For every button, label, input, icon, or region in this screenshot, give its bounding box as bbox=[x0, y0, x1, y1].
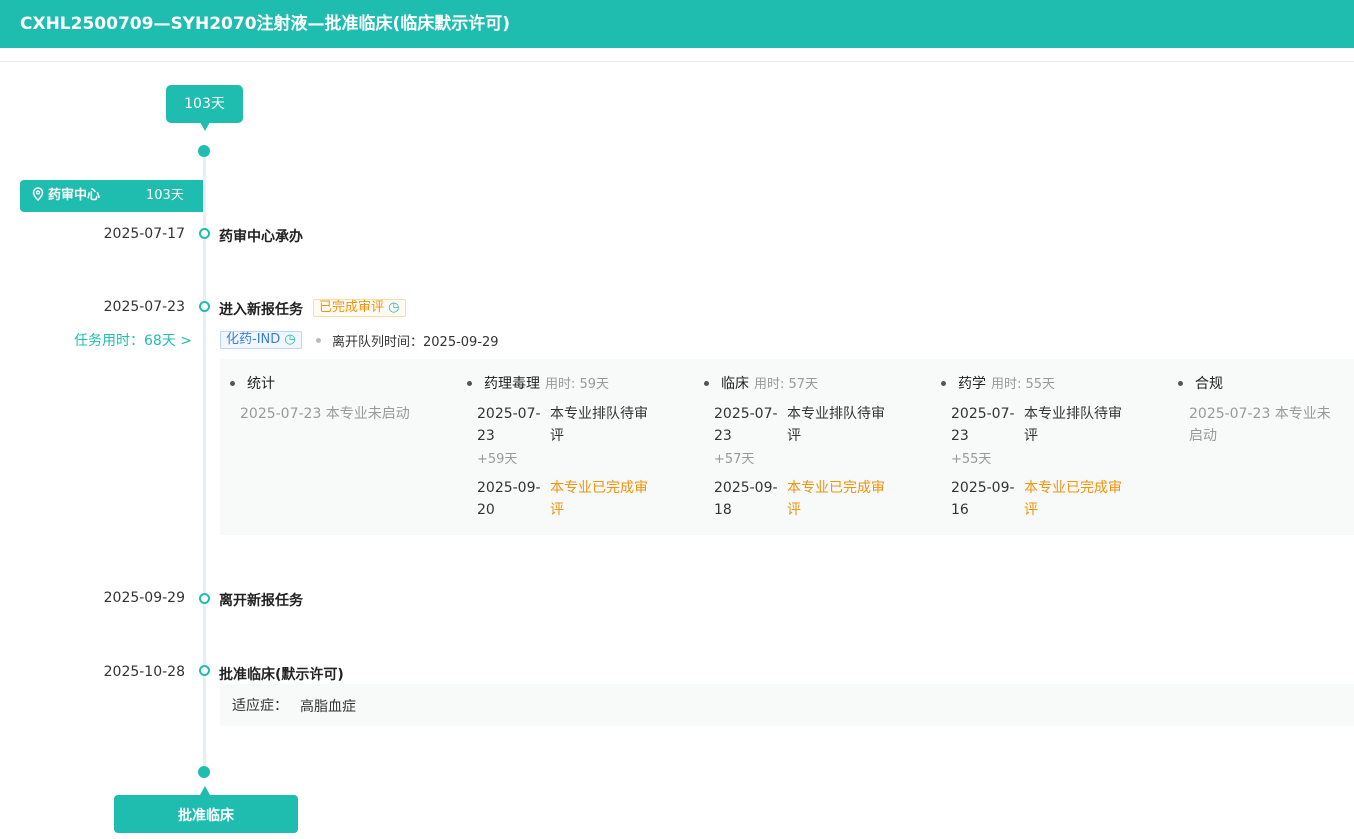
event-date: 2025-07-17 bbox=[103, 226, 185, 242]
timeline-end-dot bbox=[198, 766, 210, 778]
event-date: 2025-07-23 bbox=[103, 299, 185, 315]
event-date: 2025-10-28 bbox=[103, 664, 185, 680]
event-label: 药审中心承办 bbox=[219, 229, 303, 245]
event-dot bbox=[199, 593, 210, 604]
event-label: 进入新报任务 bbox=[219, 302, 303, 318]
timeline-start-dot bbox=[198, 145, 210, 157]
location-pin-icon bbox=[32, 187, 44, 202]
event-label: 离开新报任务 bbox=[219, 593, 303, 609]
final-status: 批准临床 bbox=[114, 786, 298, 833]
event-date: 2025-09-29 bbox=[103, 590, 185, 606]
type-tag[interactable]: 化药-IND ◷ bbox=[220, 331, 302, 349]
compliance-start-status: 2025-07-23 本专业未启动 bbox=[1189, 406, 1331, 444]
center-days: 103天 bbox=[146, 188, 184, 203]
leave-queue-time: 离开队列时间：2025-09-29 bbox=[332, 335, 499, 350]
center-header: 药审中心 103天 bbox=[20, 180, 203, 212]
event-label: 批准临床(默示许可) bbox=[219, 667, 344, 683]
center-name: 药审中心 bbox=[48, 188, 101, 203]
clock-icon: ◷ bbox=[284, 332, 296, 347]
bullet-dot bbox=[316, 338, 321, 343]
timeline-line bbox=[203, 152, 206, 772]
discipline-panel: 统计 2025-07-23 本专业未启动 药理毒理 用时: 59天 2025-07… bbox=[220, 359, 1354, 535]
divider bbox=[0, 61, 1354, 62]
page-title: CXHL2500709—SYH2070注射液—批准临床(临床默示许可) bbox=[0, 0, 1354, 48]
event-dot bbox=[199, 228, 210, 239]
event-dot bbox=[199, 665, 210, 676]
status-badge[interactable]: 已完成审评 ◷ bbox=[313, 299, 406, 317]
clock-icon: ◷ bbox=[388, 300, 400, 315]
task-time-link[interactable]: 任务用时：68天 > bbox=[60, 330, 192, 350]
event-dot bbox=[199, 301, 210, 312]
indication-panel: 适应症： 高脂血症 bbox=[220, 684, 1354, 726]
total-days-bubble: 103天 bbox=[166, 85, 243, 131]
